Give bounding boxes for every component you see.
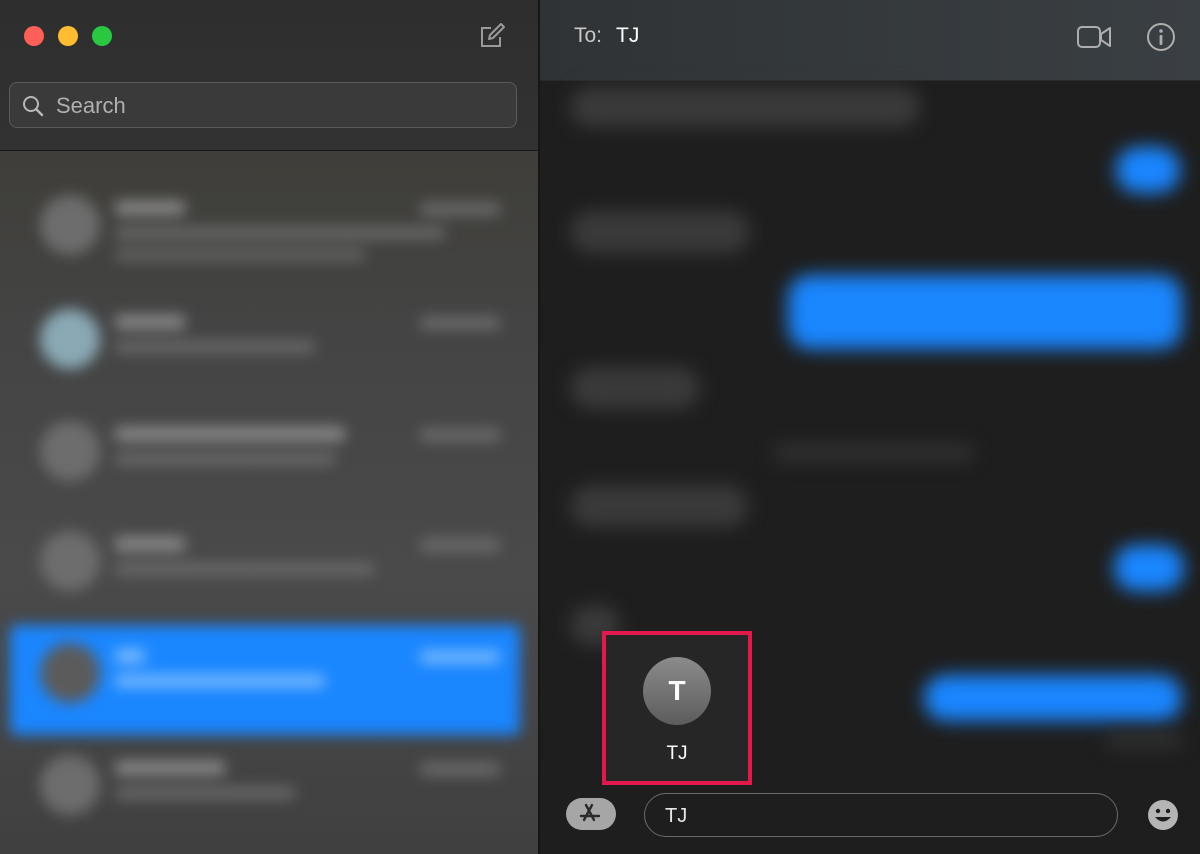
message-input-text: TJ <box>665 805 688 827</box>
delivered-label <box>1106 733 1182 747</box>
timestamp <box>774 445 974 461</box>
message-bubble <box>1114 545 1184 591</box>
video-call-icon[interactable] <box>1076 24 1112 50</box>
message-bubble <box>570 485 748 527</box>
zoom-window-button[interactable] <box>92 26 112 46</box>
contact-suggestion[interactable]: T TJ <box>602 631 752 785</box>
conversation-list <box>0 151 538 854</box>
search-icon <box>23 96 44 117</box>
message-bubble <box>1116 147 1180 193</box>
list-item-selected[interactable] <box>10 625 520 735</box>
recipient-field[interactable]: TJ <box>616 24 639 48</box>
emoji-icon[interactable] <box>1146 798 1180 832</box>
search-field[interactable] <box>9 82 517 129</box>
list-item[interactable] <box>10 177 520 287</box>
message-bubble <box>570 87 920 127</box>
conversation-pane: To: TJ T TJ TJ <box>540 0 1200 854</box>
sidebar <box>0 0 538 854</box>
message-input[interactable]: TJ <box>644 793 1118 837</box>
message-bubble <box>570 367 700 409</box>
app-store-icon <box>579 803 601 822</box>
search-input[interactable] <box>54 83 508 129</box>
message-bubble <box>924 675 1182 721</box>
info-icon[interactable] <box>1146 22 1176 52</box>
to-label: To: <box>574 24 603 47</box>
list-item[interactable] <box>10 513 520 623</box>
list-item[interactable] <box>10 291 520 401</box>
contact-name: TJ <box>666 743 688 764</box>
compose-icon[interactable] <box>478 22 506 50</box>
minimize-window-button[interactable] <box>58 26 78 46</box>
close-window-button[interactable] <box>24 26 44 46</box>
list-item[interactable] <box>10 403 520 513</box>
sidebar-toolbar <box>0 0 538 151</box>
list-item[interactable] <box>10 737 520 847</box>
conversation-header: To: TJ <box>540 0 1200 81</box>
apps-button[interactable] <box>566 798 616 830</box>
avatar: T <box>643 657 711 725</box>
message-bubble <box>570 211 750 253</box>
message-bubble <box>788 275 1182 349</box>
